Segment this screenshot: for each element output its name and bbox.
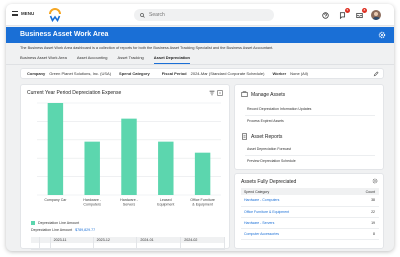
- spend-category-link[interactable]: Hardware - Servers: [241, 217, 344, 229]
- gear-icon[interactable]: [378, 31, 386, 39]
- more-options-icon[interactable]: [217, 90, 223, 96]
- search-icon: [140, 12, 145, 18]
- x-tick-label: Office Furniture: [190, 198, 215, 202]
- x-tick-label: Hardware -: [83, 198, 102, 202]
- spend-category-link[interactable]: Computer Accessories: [241, 228, 344, 240]
- period-cell: [93, 243, 138, 250]
- hamburger-icon: [12, 11, 18, 16]
- chart-bar[interactable]: [121, 118, 137, 195]
- spend-category-link[interactable]: Office Furniture & Equipment: [241, 206, 344, 218]
- filter-company-label: Company: [27, 71, 46, 76]
- page-title: Business Asset Work Area: [20, 31, 109, 38]
- assets-fully-depreciated-title: Assets Fully Depreciated: [241, 179, 297, 185]
- report-icon: [242, 133, 247, 140]
- count-value: 38: [343, 195, 379, 207]
- tab-bar: Business Asset Work Area Asset Accountin…: [20, 55, 190, 64]
- amount-value[interactable]: $789,829.77: [75, 228, 95, 232]
- record-depreciation-link[interactable]: Record Depreciation Information Updates: [247, 107, 311, 111]
- tab-asset-depreciation[interactable]: Asset Depreciation: [153, 55, 190, 64]
- legend-swatch: [31, 221, 35, 225]
- tab-business-asset-work-area[interactable]: Business Asset Work Area: [20, 55, 67, 64]
- filter-worker-label: Worker: [272, 71, 287, 76]
- count-value: 22: [343, 206, 379, 218]
- period-cell: [136, 243, 182, 250]
- x-tick-label: Equipment: [157, 203, 174, 207]
- period-cell: [180, 243, 225, 250]
- x-tick-label: Hardware -: [120, 198, 139, 202]
- filter-fiscal-period-value[interactable]: 2024-Mar (Standard Corporate Schedule): [191, 71, 265, 76]
- chart-bar[interactable]: [194, 152, 211, 195]
- count-header[interactable]: Count: [343, 188, 379, 195]
- table-row: Computer Accessories 8: [241, 228, 379, 240]
- top-bar: MENU 5 8: [6, 4, 394, 26]
- filter-bar: Company Green Planet Solutions, Inc. (US…: [20, 68, 384, 79]
- menu-label: MENU: [21, 11, 35, 16]
- divider: [245, 115, 375, 116]
- search-input[interactable]: [149, 12, 259, 18]
- fully-depreciated-table: Spend Category Count Hardware - Computer…: [241, 188, 379, 240]
- search-bar[interactable]: [134, 9, 274, 21]
- table-row: Hardware - Computers 38: [241, 195, 379, 207]
- divider: [245, 155, 375, 156]
- process-expired-assets-link[interactable]: Process Expired Assets: [247, 119, 284, 123]
- period-table: 2023-11 2023-12 2024-01 2024-02: [31, 237, 225, 250]
- period-cell: [50, 243, 94, 250]
- preview-depreciation-schedule-link[interactable]: Preview Depreciation Schedule: [247, 159, 296, 163]
- period-cell: [39, 243, 51, 250]
- spend-category-header[interactable]: Spend Category: [241, 188, 344, 195]
- assets-fully-depreciated-card: Assets Fully Depreciated Spend Category …: [234, 173, 384, 249]
- x-tick-label: Servers: [123, 203, 136, 207]
- asset-icon: [241, 91, 248, 97]
- filter-worker-value[interactable]: None (All): [290, 71, 308, 76]
- amount-summary: Depreciation Line Amount $789,829.77: [31, 228, 95, 232]
- page-header: Business Asset Work Area: [6, 27, 394, 43]
- inbox-badge: 8: [362, 8, 367, 13]
- inbox-icon[interactable]: 8: [354, 8, 367, 20]
- profile-avatar[interactable]: [371, 10, 381, 20]
- depreciation-bar-chart: Company Car Hardware -ComputersHardware -…: [37, 102, 221, 207]
- assistant-icon[interactable]: [320, 10, 330, 20]
- spend-category-link[interactable]: Hardware - Computers: [241, 195, 344, 207]
- asset-depreciation-forecast-link[interactable]: Asset Depreciation Forecast: [247, 147, 291, 151]
- tab-asset-accounting[interactable]: Asset Accounting: [77, 55, 108, 64]
- x-tick-label: & Equipment: [192, 203, 213, 207]
- amount-label: Depreciation Line Amount: [31, 228, 73, 232]
- x-tick-label: Company Car: [44, 198, 67, 202]
- count-value: 19: [343, 217, 379, 229]
- period-cell: [31, 243, 41, 250]
- chart-bar[interactable]: [84, 141, 100, 195]
- manage-assets-title: Manage Assets: [251, 92, 286, 98]
- asset-reports-title: Asset Reports: [251, 134, 283, 140]
- x-tick-label: Leased: [160, 198, 172, 202]
- chart-title: Current Year Period Depreciation Expense: [27, 90, 122, 96]
- tab-asset-tracking[interactable]: Asset Tracking: [118, 55, 144, 64]
- filter-icon[interactable]: [209, 90, 215, 96]
- depreciation-expense-card: Current Year Period Depreciation Expense…: [20, 84, 230, 250]
- filter-spend-category-label: Spend Category: [119, 71, 150, 76]
- workday-logo[interactable]: [48, 8, 62, 22]
- tab-divider: [6, 64, 394, 65]
- legend-label: Depreciation Line Amount: [38, 221, 80, 225]
- edit-icon[interactable]: [373, 71, 379, 77]
- table-row: Hardware - Servers 19: [241, 217, 379, 229]
- filter-fiscal-period-label: Fiscal Period: [161, 71, 187, 76]
- chart-bar[interactable]: [47, 103, 64, 195]
- chart-legend: Depreciation Line Amount: [31, 221, 79, 225]
- chart-bar[interactable]: [158, 141, 174, 195]
- menu-button[interactable]: MENU: [12, 11, 34, 16]
- app-window: MENU 5 8 Business Asset Work Area: [6, 4, 394, 251]
- x-tick-label: Computers: [83, 203, 101, 207]
- table-row: Office Furniture & Equipment 22: [241, 206, 379, 218]
- filter-company-value[interactable]: Green Planet Solutions, Inc. (USA): [49, 71, 111, 76]
- settings-icon[interactable]: [372, 178, 378, 184]
- notifications-badge: 5: [345, 8, 350, 13]
- page-description: The Business Asset Work Area dashboard i…: [20, 46, 274, 50]
- notifications-icon[interactable]: 5: [337, 8, 350, 20]
- actions-card: Manage Assets Record Depreciation Inform…: [234, 84, 384, 170]
- count-value: 8: [343, 228, 379, 240]
